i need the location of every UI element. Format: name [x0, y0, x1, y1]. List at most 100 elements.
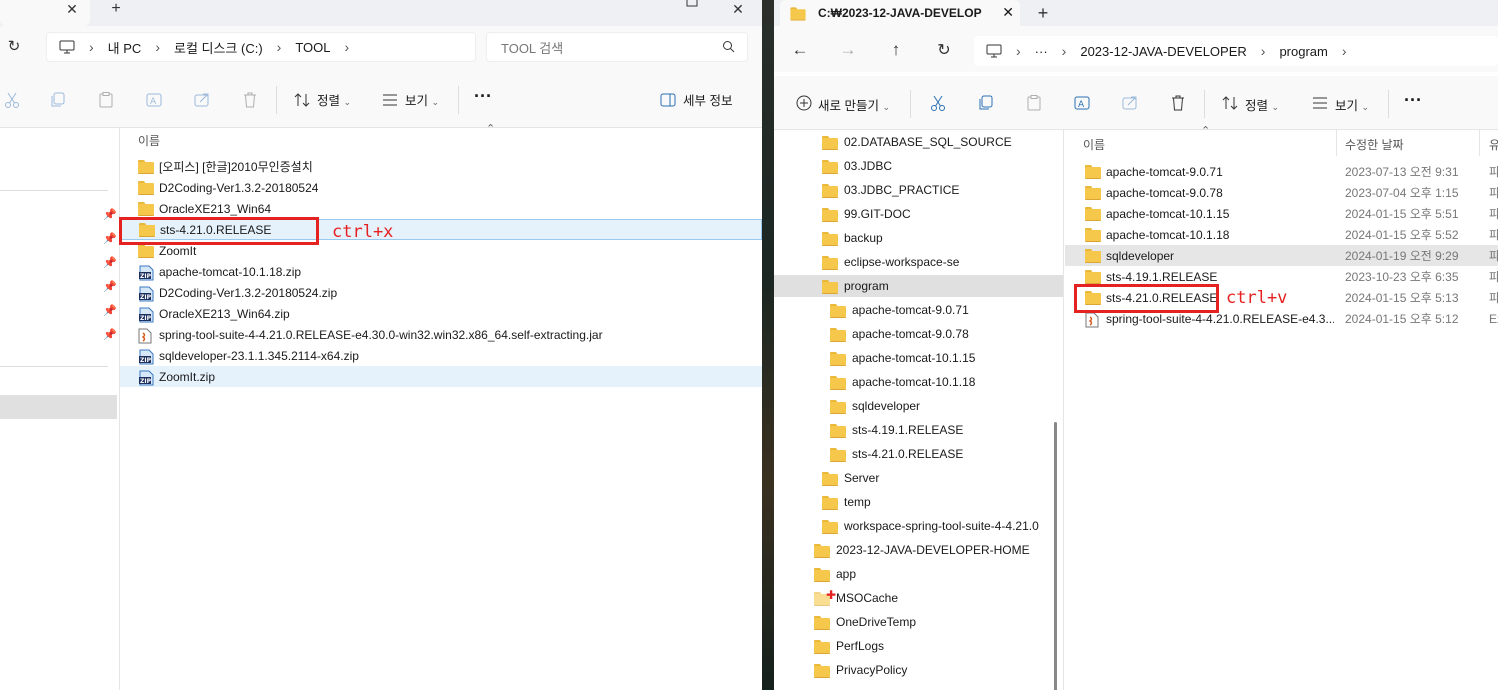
nav-tree-item[interactable]: eclipse-workspace-se — [774, 251, 1063, 273]
close-tab-icon[interactable]: ✕ — [62, 0, 82, 18]
file-row[interactable]: spring-tool-suite-4-4.21.0.RELEASE-e4.30… — [120, 324, 762, 345]
column-header-name[interactable]: 이름 — [1083, 136, 1105, 153]
folder-row[interactable]: apache-tomcat-10.1.18 2024-01-15 오후 5:52 파 — [1065, 224, 1498, 245]
pin-icon[interactable]: 📌 — [103, 328, 117, 341]
breadcrumb-overflow[interactable]: ··· — [1035, 44, 1048, 59]
file-row[interactable]: ZIP OracleXE213_Win64.zip — [120, 303, 762, 324]
column-header-type[interactable]: 유 — [1489, 136, 1498, 153]
right-active-tab[interactable]: C:₩2023-12-JAVA-DEVELOPE ✕ — [780, 0, 1020, 26]
back-arrow-icon[interactable]: ← — [790, 40, 810, 60]
nav-tree-item[interactable]: program — [774, 275, 1063, 297]
nav-tree-item[interactable]: sts-4.19.1.RELEASE — [774, 419, 1063, 441]
breadcrumb[interactable]: › ··· › 2023-12-JAVA-DEVELOPER › program… — [974, 36, 1498, 66]
nav-tree-item[interactable]: backup — [774, 227, 1063, 249]
refresh-icon[interactable]: ↻ — [934, 40, 954, 60]
cut-icon[interactable] — [0, 88, 24, 112]
folder-icon — [822, 159, 838, 174]
nav-tree-item[interactable]: workspace-spring-tool-suite-4-4.21.0 — [774, 515, 1063, 537]
details-button[interactable]: 세부 정보 — [683, 90, 732, 109]
cut-icon[interactable] — [926, 91, 950, 115]
copy-icon[interactable] — [46, 88, 70, 112]
nav-tree-item[interactable]: 02.DATABASE_SQL_SOURCE — [774, 131, 1063, 153]
pin-icon[interactable]: 📌 — [103, 208, 117, 221]
nav-tree-item[interactable]: 03.JDBC_PRACTICE — [774, 179, 1063, 201]
breadcrumb-item[interactable]: program — [1279, 44, 1327, 59]
folder-row[interactable]: D2Coding-Ver1.3.2-20180524 — [120, 177, 762, 198]
folder-row[interactable]: [오피스] [한글]2010무인증설치 — [120, 156, 762, 177]
file-row[interactable]: ZIP D2Coding-Ver1.3.2-20180524.zip — [120, 282, 762, 303]
view-button[interactable]: 보기 ⌄ — [1335, 95, 1369, 114]
nav-tree-item[interactable]: 99.GIT-DOC — [774, 203, 1063, 225]
folder-row[interactable]: apache-tomcat-10.1.15 2024-01-15 오후 5:51 파 — [1065, 203, 1498, 224]
paste-icon[interactable] — [1022, 91, 1046, 115]
view-icon[interactable] — [378, 88, 402, 112]
pin-icon[interactable]: 📌 — [103, 280, 117, 293]
refresh-icon[interactable]: ↻ — [4, 36, 24, 56]
folder-icon — [138, 243, 154, 258]
nav-tree-item[interactable]: PerfLogs — [774, 635, 1063, 657]
nav-tree-item[interactable]: apache-tomcat-10.1.18 — [774, 371, 1063, 393]
pin-icon[interactable]: 📌 — [103, 304, 117, 317]
file-row[interactable]: ZIP apache-tomcat-10.1.18.zip — [120, 261, 762, 282]
share-icon[interactable] — [1118, 91, 1142, 115]
sort-icon[interactable] — [1218, 91, 1242, 115]
sort-button[interactable]: 정렬 ⌄ — [317, 90, 351, 109]
file-row[interactable]: ZIP sqldeveloper-23.1.1.345.2114-x64.zip — [120, 345, 762, 366]
more-options-button[interactable]: ··· — [1404, 90, 1422, 111]
pin-icon[interactable]: 📌 — [103, 256, 117, 269]
breadcrumb-item[interactable]: 2023-12-JAVA-DEVELOPER — [1080, 44, 1246, 59]
nav-tree-item[interactable]: Server — [774, 467, 1063, 489]
nav-tree-item[interactable]: OneDriveTemp — [774, 611, 1063, 633]
breadcrumb-item[interactable]: 내 PC — [108, 38, 142, 57]
new-tab-icon[interactable]: + — [1032, 3, 1054, 23]
breadcrumb-item[interactable]: TOOL — [295, 40, 330, 55]
column-header-modified[interactable]: 수정한 날짜 — [1345, 136, 1404, 153]
folder-row[interactable]: OracleXE213_Win64 — [120, 198, 762, 219]
nav-tree-item[interactable]: app — [774, 563, 1063, 585]
rename-icon[interactable]: A — [1070, 91, 1094, 115]
nav-tree-item[interactable]: temp — [774, 491, 1063, 513]
forward-arrow-icon[interactable]: → — [838, 40, 858, 60]
copy-icon[interactable] — [974, 91, 998, 115]
nav-selected-item[interactable] — [0, 395, 117, 419]
nav-tree-item[interactable]: 03.JDBC — [774, 155, 1063, 177]
details-pane-icon[interactable] — [656, 88, 680, 112]
delete-icon[interactable] — [238, 88, 262, 112]
nav-tree-item[interactable]: sts-4.21.0.RELEASE — [774, 443, 1063, 465]
folder-row[interactable]: apache-tomcat-9.0.78 2023-07-04 오후 1:15 파 — [1065, 182, 1498, 203]
nav-tree-item[interactable]: apache-tomcat-9.0.78 — [774, 323, 1063, 345]
column-header-name[interactable]: 이름 — [138, 132, 160, 149]
nav-tree-item[interactable]: apache-tomcat-10.1.15 — [774, 347, 1063, 369]
file-row[interactable]: ZIP ZoomIt.zip — [120, 366, 762, 387]
nav-scrollbar[interactable] — [1054, 422, 1057, 690]
maximize-icon[interactable] — [682, 0, 702, 8]
pin-icon[interactable]: 📌 — [103, 232, 117, 245]
nav-tree-item[interactable]: ✚ MSOCache — [774, 587, 1063, 609]
paste-icon[interactable] — [94, 88, 118, 112]
folder-row[interactable]: sqldeveloper 2024-01-19 오전 9:29 파 — [1065, 245, 1498, 266]
up-arrow-icon[interactable]: ↑ — [886, 40, 906, 60]
sort-button[interactable]: 정렬 ⌄ — [1245, 95, 1279, 114]
modified-date: 2024-01-15 오후 5:12 — [1345, 312, 1459, 326]
more-options-button[interactable]: ··· — [474, 86, 492, 107]
new-item-icon[interactable] — [792, 91, 816, 115]
breadcrumb-item[interactable]: 로컬 디스크 (C:) — [174, 38, 263, 57]
nav-tree-item[interactable]: 2023-12-JAVA-DEVELOPER-HOME — [774, 539, 1063, 561]
nav-tree-item[interactable]: PrivacyPolicy — [774, 659, 1063, 681]
nav-tree-item[interactable]: apache-tomcat-9.0.71 — [774, 299, 1063, 321]
rename-icon[interactable]: A — [142, 88, 166, 112]
nav-tree-item[interactable]: sqldeveloper — [774, 395, 1063, 417]
view-icon[interactable] — [1308, 91, 1332, 115]
left-active-tab[interactable]: ✕ — [0, 0, 90, 26]
view-button[interactable]: 보기 ⌄ — [405, 90, 439, 109]
breadcrumb[interactable]: › 내 PC › 로컬 디스크 (C:) › TOOL › — [46, 32, 476, 62]
folder-row[interactable]: apache-tomcat-9.0.71 2023-07-13 오전 9:31 파 — [1065, 161, 1498, 182]
new-tab-icon[interactable]: + — [106, 0, 126, 18]
search-input[interactable]: TOOL 검색 — [486, 32, 748, 62]
new-button[interactable]: 새로 만들기 ⌄ — [818, 95, 890, 114]
close-tab-icon[interactable]: ✕ — [1002, 4, 1014, 21]
share-icon[interactable] — [190, 88, 214, 112]
close-window-icon[interactable]: ✕ — [728, 0, 748, 18]
delete-icon[interactable] — [1166, 91, 1190, 115]
sort-icon[interactable] — [290, 88, 314, 112]
